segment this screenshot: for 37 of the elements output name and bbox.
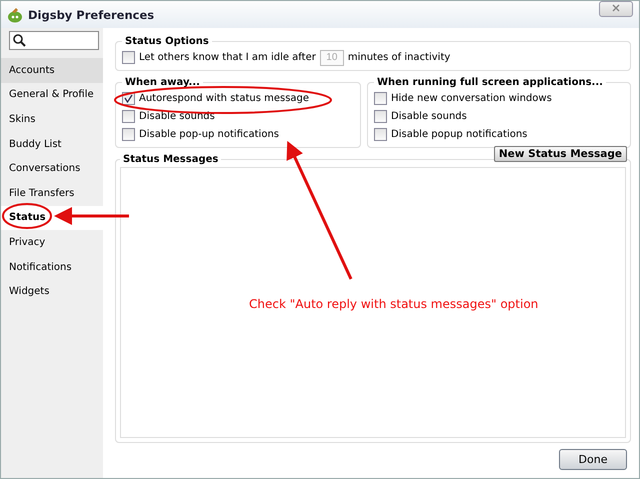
group-title: When away... [124,77,201,88]
checkbox-label: Autorespond with status message [139,93,310,104]
window-title: Digsby Preferences [28,8,154,22]
group-title: When running full screen applications... [376,77,604,88]
sidebar-item[interactable]: Conversations [1,156,103,181]
sidebar-item[interactable]: Widgets [1,279,103,304]
checkbox[interactable] [122,110,135,123]
app-logo-icon [7,6,23,22]
sidebar-item[interactable]: Skins [1,107,103,132]
checkbox[interactable] [374,128,387,141]
search-field[interactable] [9,31,99,50]
new-status-message-button[interactable]: New Status Message [494,146,627,162]
close-icon [612,4,620,12]
checkbox[interactable] [122,51,135,64]
checkbox-label: Disable sounds [139,111,215,122]
checkbox-label: Let others know that I am idle after [139,52,316,63]
sidebar-item[interactable]: File Transfers [1,180,103,206]
checkbox[interactable] [374,92,387,105]
highlight-ellipse [2,203,52,229]
checkbox-label: Hide new conversation windows [391,93,552,104]
checkbox-label: Disable pop-up notifications [139,129,280,140]
sidebar-item[interactable]: General & Profile [1,82,103,108]
group-title: Status Messages [122,154,220,165]
sidebar-item[interactable]: Buddy List [1,132,103,156]
annotation-text: Check "Auto reply with status messages" option [249,297,538,311]
field-label: minutes of inactivity [348,52,450,63]
checkbox-label: Disable popup notifications [391,129,528,140]
sidebar-item[interactable]: Accounts [1,58,103,83]
search-icon [13,34,26,47]
sidebar-item[interactable]: Notifications [1,254,103,280]
group-title: Status Options [124,36,210,47]
checkbox-label: Disable sounds [391,111,467,122]
checkbox[interactable] [122,128,135,141]
sidebar-item[interactable]: Privacy [1,230,103,255]
checkbox[interactable] [374,110,387,123]
done-button[interactable]: Done [559,449,627,470]
close-button[interactable] [599,1,633,17]
